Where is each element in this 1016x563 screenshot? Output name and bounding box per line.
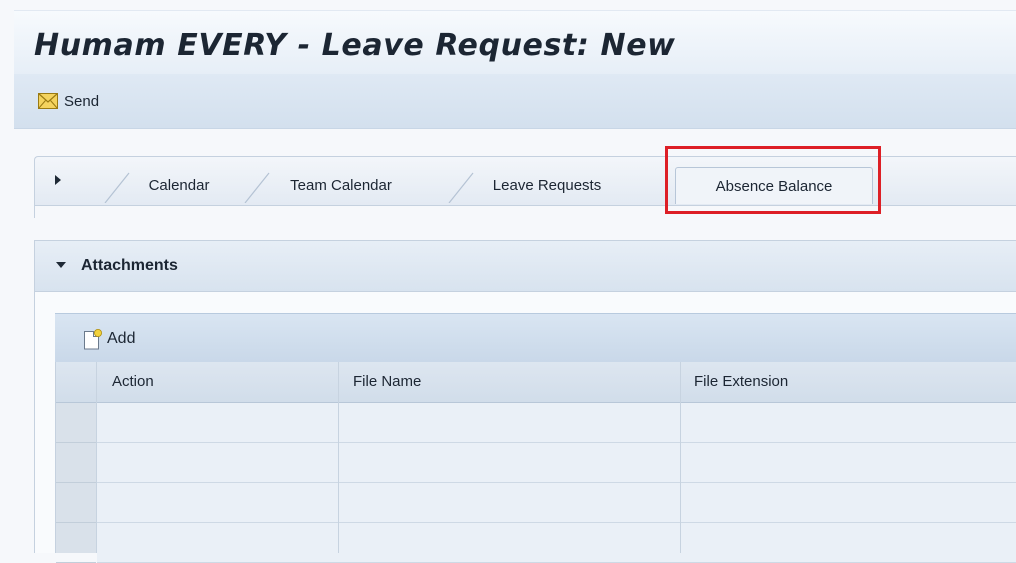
new-document-icon xyxy=(84,329,102,350)
row-selector[interactable] xyxy=(56,443,96,483)
tab-separator xyxy=(244,172,270,203)
title-bar: Humam EVERY - Leave Request: New xyxy=(14,10,1016,75)
tab-separator xyxy=(104,172,130,203)
row-selector[interactable] xyxy=(56,403,96,443)
tab-leave-requests-label: Leave Requests xyxy=(492,176,602,194)
table-header-row: Action File Name File Extension xyxy=(56,362,1016,403)
column-divider xyxy=(338,362,339,553)
table-row[interactable] xyxy=(97,523,1016,563)
page-title: Humam EVERY - Leave Request: New xyxy=(34,28,676,63)
column-header-file-extension[interactable]: File Extension xyxy=(694,373,788,390)
attachments-panel: Attachments Add Action File Name File Ex… xyxy=(34,240,1016,563)
row-selector-column xyxy=(56,403,97,563)
row-selector[interactable] xyxy=(56,483,96,523)
tab-strip-rail xyxy=(34,204,35,218)
tab-calendar[interactable]: Calendar xyxy=(104,167,241,203)
table-row[interactable] xyxy=(97,403,1016,443)
table-row[interactable] xyxy=(97,443,1016,483)
add-label: Add xyxy=(107,330,136,347)
column-divider xyxy=(96,362,97,553)
column-header-file-name[interactable]: File Name xyxy=(353,373,421,390)
envelope-icon xyxy=(38,93,58,109)
column-header-action[interactable]: Action xyxy=(112,373,154,390)
toolbar: Send xyxy=(14,74,1016,129)
tab-team-calendar-label: Team Calendar xyxy=(290,176,392,194)
attachments-toolbar: Add xyxy=(55,313,1016,362)
row-selector[interactable] xyxy=(56,523,96,563)
column-divider xyxy=(680,362,681,553)
table-row[interactable] xyxy=(97,483,1016,523)
add-attachment-button[interactable]: Add xyxy=(83,327,135,351)
attachments-table: Action File Name File Extension xyxy=(55,362,1016,563)
expand-arrow-icon[interactable] xyxy=(55,175,61,185)
send-label: Send xyxy=(64,92,100,110)
attachments-title: Attachments xyxy=(81,257,178,274)
tab-calendar-label: Calendar xyxy=(148,176,210,194)
tab-leave-requests[interactable]: Leave Requests xyxy=(448,167,633,203)
collapse-caret-icon[interactable] xyxy=(56,262,66,268)
tab-separator xyxy=(448,172,474,203)
send-button[interactable]: Send xyxy=(38,90,99,112)
attachments-header[interactable]: Attachments xyxy=(35,241,1016,292)
highlight-box xyxy=(665,146,881,214)
tab-team-calendar[interactable]: Team Calendar xyxy=(244,167,425,203)
